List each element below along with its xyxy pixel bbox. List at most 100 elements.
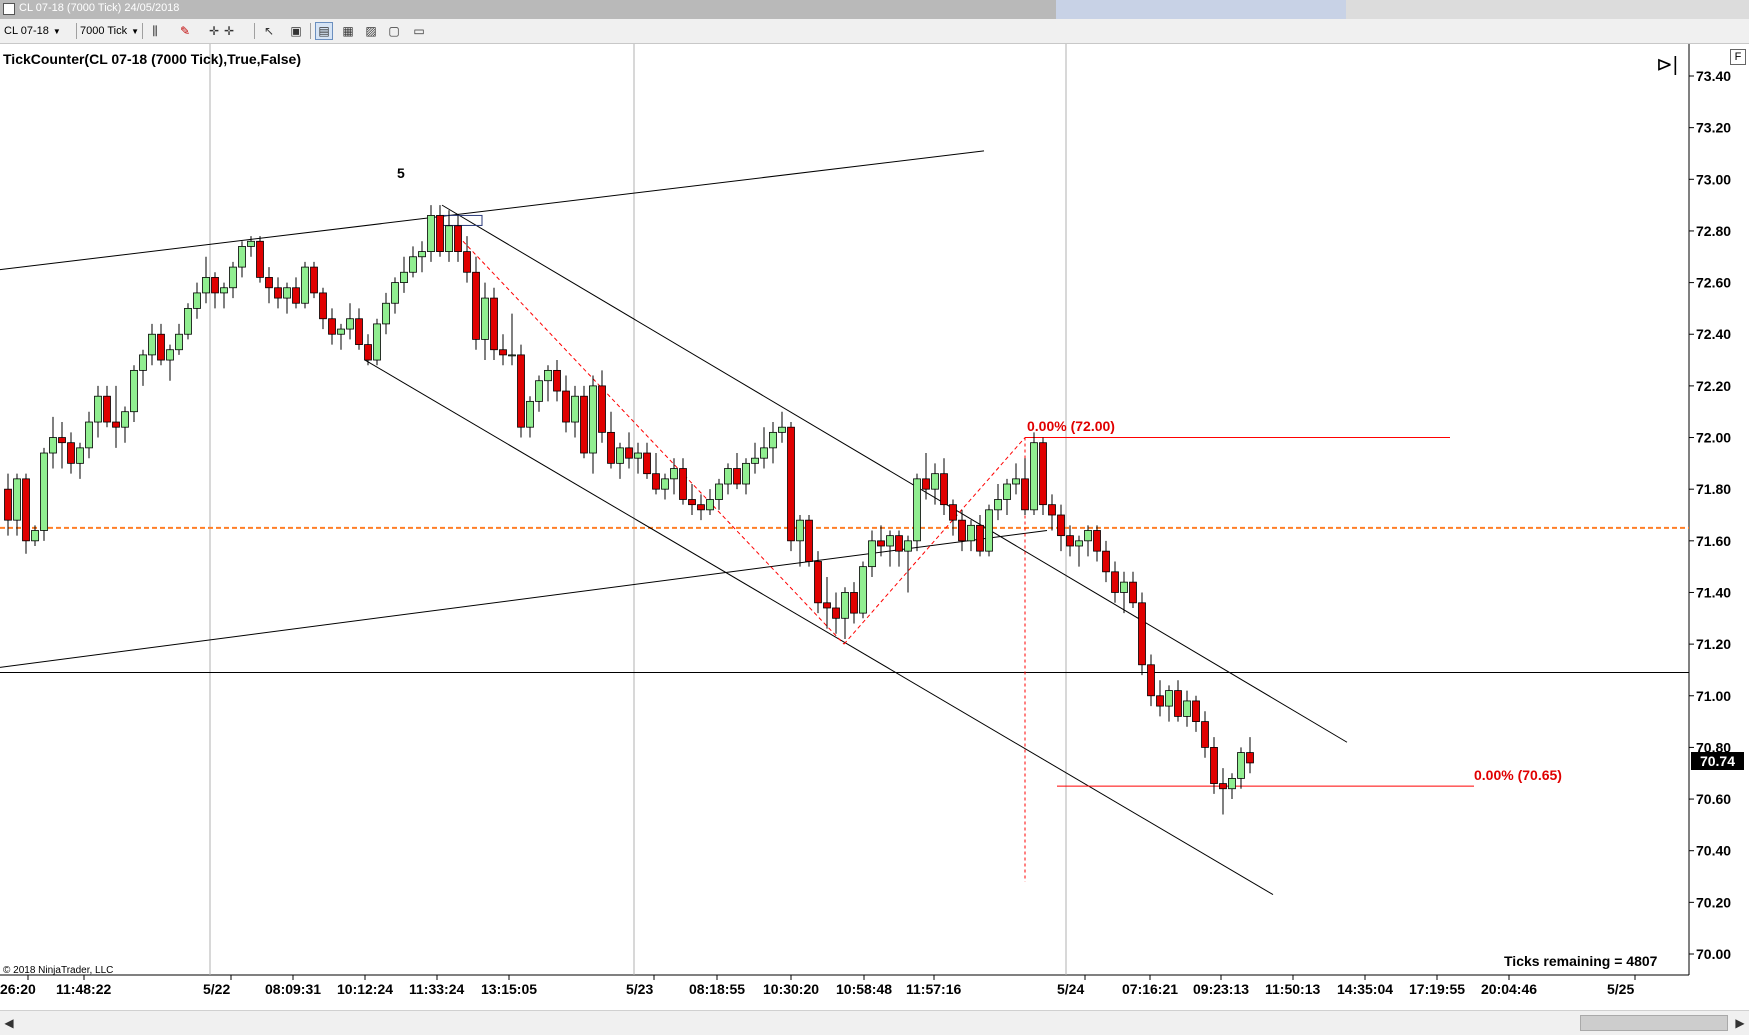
candle-up (994, 499, 1002, 511)
x-tick-label: 17:19:55 (1409, 981, 1465, 997)
candle-up (904, 540, 912, 552)
candle-up (868, 540, 876, 568)
scroll-left-icon[interactable]: ◀ (2, 1014, 16, 1032)
price-chart[interactable]: 73.40 73.20 73.00 72.80 72.60 72.40 72.20 72.00… (0, 44, 1749, 1010)
data-box-icon[interactable]: ▦ (339, 22, 357, 40)
current-price-marker: 70.74 (1691, 752, 1744, 770)
x-tick-label: 08:09:31 (265, 981, 321, 997)
indicators-icon[interactable]: ▨ (362, 22, 380, 40)
chart-style-icon[interactable]: ▤ (315, 22, 333, 40)
candle-down (625, 447, 633, 459)
candle-down (580, 395, 588, 454)
scroll-thumb[interactable] (1580, 1015, 1728, 1031)
candle-up (1012, 478, 1020, 485)
candle-down (1039, 442, 1047, 506)
candle-up (967, 524, 975, 542)
candle-down (292, 287, 300, 304)
candle-up (1165, 690, 1173, 707)
candle-down (211, 277, 219, 294)
bars-icon[interactable]: ⫼ (146, 22, 164, 40)
candle-down (1246, 752, 1254, 764)
candle-up (724, 468, 732, 485)
candle-down (454, 225, 462, 253)
y-tick-label: 71.00 (1696, 688, 1731, 704)
copyright-text: © 2018 NinjaTrader, LLC (3, 965, 114, 976)
strategies-icon[interactable]: ▢ (385, 22, 403, 40)
candle-down (1156, 695, 1164, 707)
candle-up (859, 566, 867, 614)
candle-down (1174, 690, 1182, 717)
candle-up (85, 421, 93, 449)
properties-icon[interactable]: ▣ (287, 22, 305, 40)
panel-toggle-button[interactable]: F (1730, 49, 1746, 65)
play-end-icon[interactable]: ⊳| (1656, 52, 1678, 77)
y-tick-label: 72.60 (1696, 275, 1731, 291)
candle-up (571, 395, 579, 423)
crosshair-plus-icon[interactable]: ✛ (220, 22, 238, 40)
candle-down (1057, 514, 1065, 537)
chevron-down-icon: ▼ (52, 27, 61, 36)
x-tick-label: 09:23:13 (1193, 981, 1249, 997)
toolbar-divider (254, 23, 255, 39)
horizontal-scrollbar[interactable]: ◀ ▶ (0, 1010, 1749, 1035)
x-tick-label: 13:15:05 (481, 981, 537, 997)
candle-up (1120, 581, 1128, 593)
x-tick-label: 08:18:55 (689, 981, 745, 997)
candle-down (679, 468, 687, 500)
candle-down (553, 369, 561, 392)
candle-down (67, 442, 75, 464)
candle-up (1003, 483, 1011, 500)
pencil-icon[interactable]: ✎ (176, 22, 194, 40)
y-tick-label: 72.40 (1696, 326, 1731, 342)
scroll-right-icon[interactable]: ▶ (1733, 1014, 1747, 1032)
candle-up (418, 251, 426, 258)
window-linking-icon[interactable]: ▭ (410, 22, 428, 40)
toolbar-divider (76, 23, 77, 39)
candle-up (1228, 778, 1236, 790)
pointer-icon[interactable]: ↖ (260, 22, 278, 40)
x-tick-label: 11:57:16 (906, 981, 961, 997)
fib-upper-label: 0.00% (72.00) (1027, 418, 1115, 434)
x-tick-label: 14:35:04 (1337, 981, 1393, 997)
candle-up (778, 426, 786, 433)
candle-up (346, 318, 354, 330)
candle-up (670, 468, 678, 480)
candle-up (220, 287, 228, 294)
candle-down (733, 468, 741, 485)
candle-up (715, 483, 723, 500)
candle-up (49, 437, 57, 454)
x-tick-label: 10:30:20 (763, 981, 819, 997)
candle-down (643, 452, 651, 475)
instrument-selector[interactable]: CL 07-18 ▼ (4, 23, 61, 39)
interval-selector[interactable]: 7000 Tick ▼ (80, 23, 139, 39)
y-tick-label: 72.00 (1696, 430, 1731, 446)
chart-toolbar: CL 07-18 ▼ 7000 Tick ▼ ⫼ ✎ ✛ ✛ ↖ ▣ ▤ ▦ ▨ ▢… (0, 19, 1749, 44)
candle-down (157, 333, 165, 361)
candle-up (238, 246, 246, 268)
candle-down (1093, 530, 1101, 552)
title-bar-segment (1346, 0, 1749, 19)
candle-down (1066, 535, 1074, 547)
x-tick-label: 5/23 (626, 981, 653, 997)
candle-down (355, 318, 363, 345)
title-bar: CL 07-18 (7000 Tick) 24/05/2018 (0, 0, 1749, 19)
candle-down (274, 287, 282, 299)
candle-down (814, 561, 822, 604)
y-tick-label: 71.60 (1696, 533, 1731, 549)
candle-up (535, 380, 543, 402)
candle-down (940, 473, 948, 506)
candle-down (1138, 602, 1146, 666)
chart-area[interactable]: 73.40 73.20 73.00 72.80 72.60 72.40 72.20 72.00… (0, 44, 1749, 1010)
candle-down (490, 297, 498, 351)
x-tick-label: 10:12:24 (337, 981, 393, 997)
candle-up (634, 452, 642, 459)
window-title: CL 07-18 (7000 Tick) 24/05/2018 (19, 2, 180, 14)
candle-down (1102, 550, 1110, 573)
y-tick-label: 71.40 (1696, 584, 1731, 600)
candle-up (769, 431, 777, 449)
candle-up (202, 277, 210, 294)
candle-down (58, 437, 66, 444)
candle-down (463, 251, 471, 273)
y-tick-label: 70.40 (1696, 843, 1731, 859)
interval-value: 7000 Tick (80, 25, 128, 37)
